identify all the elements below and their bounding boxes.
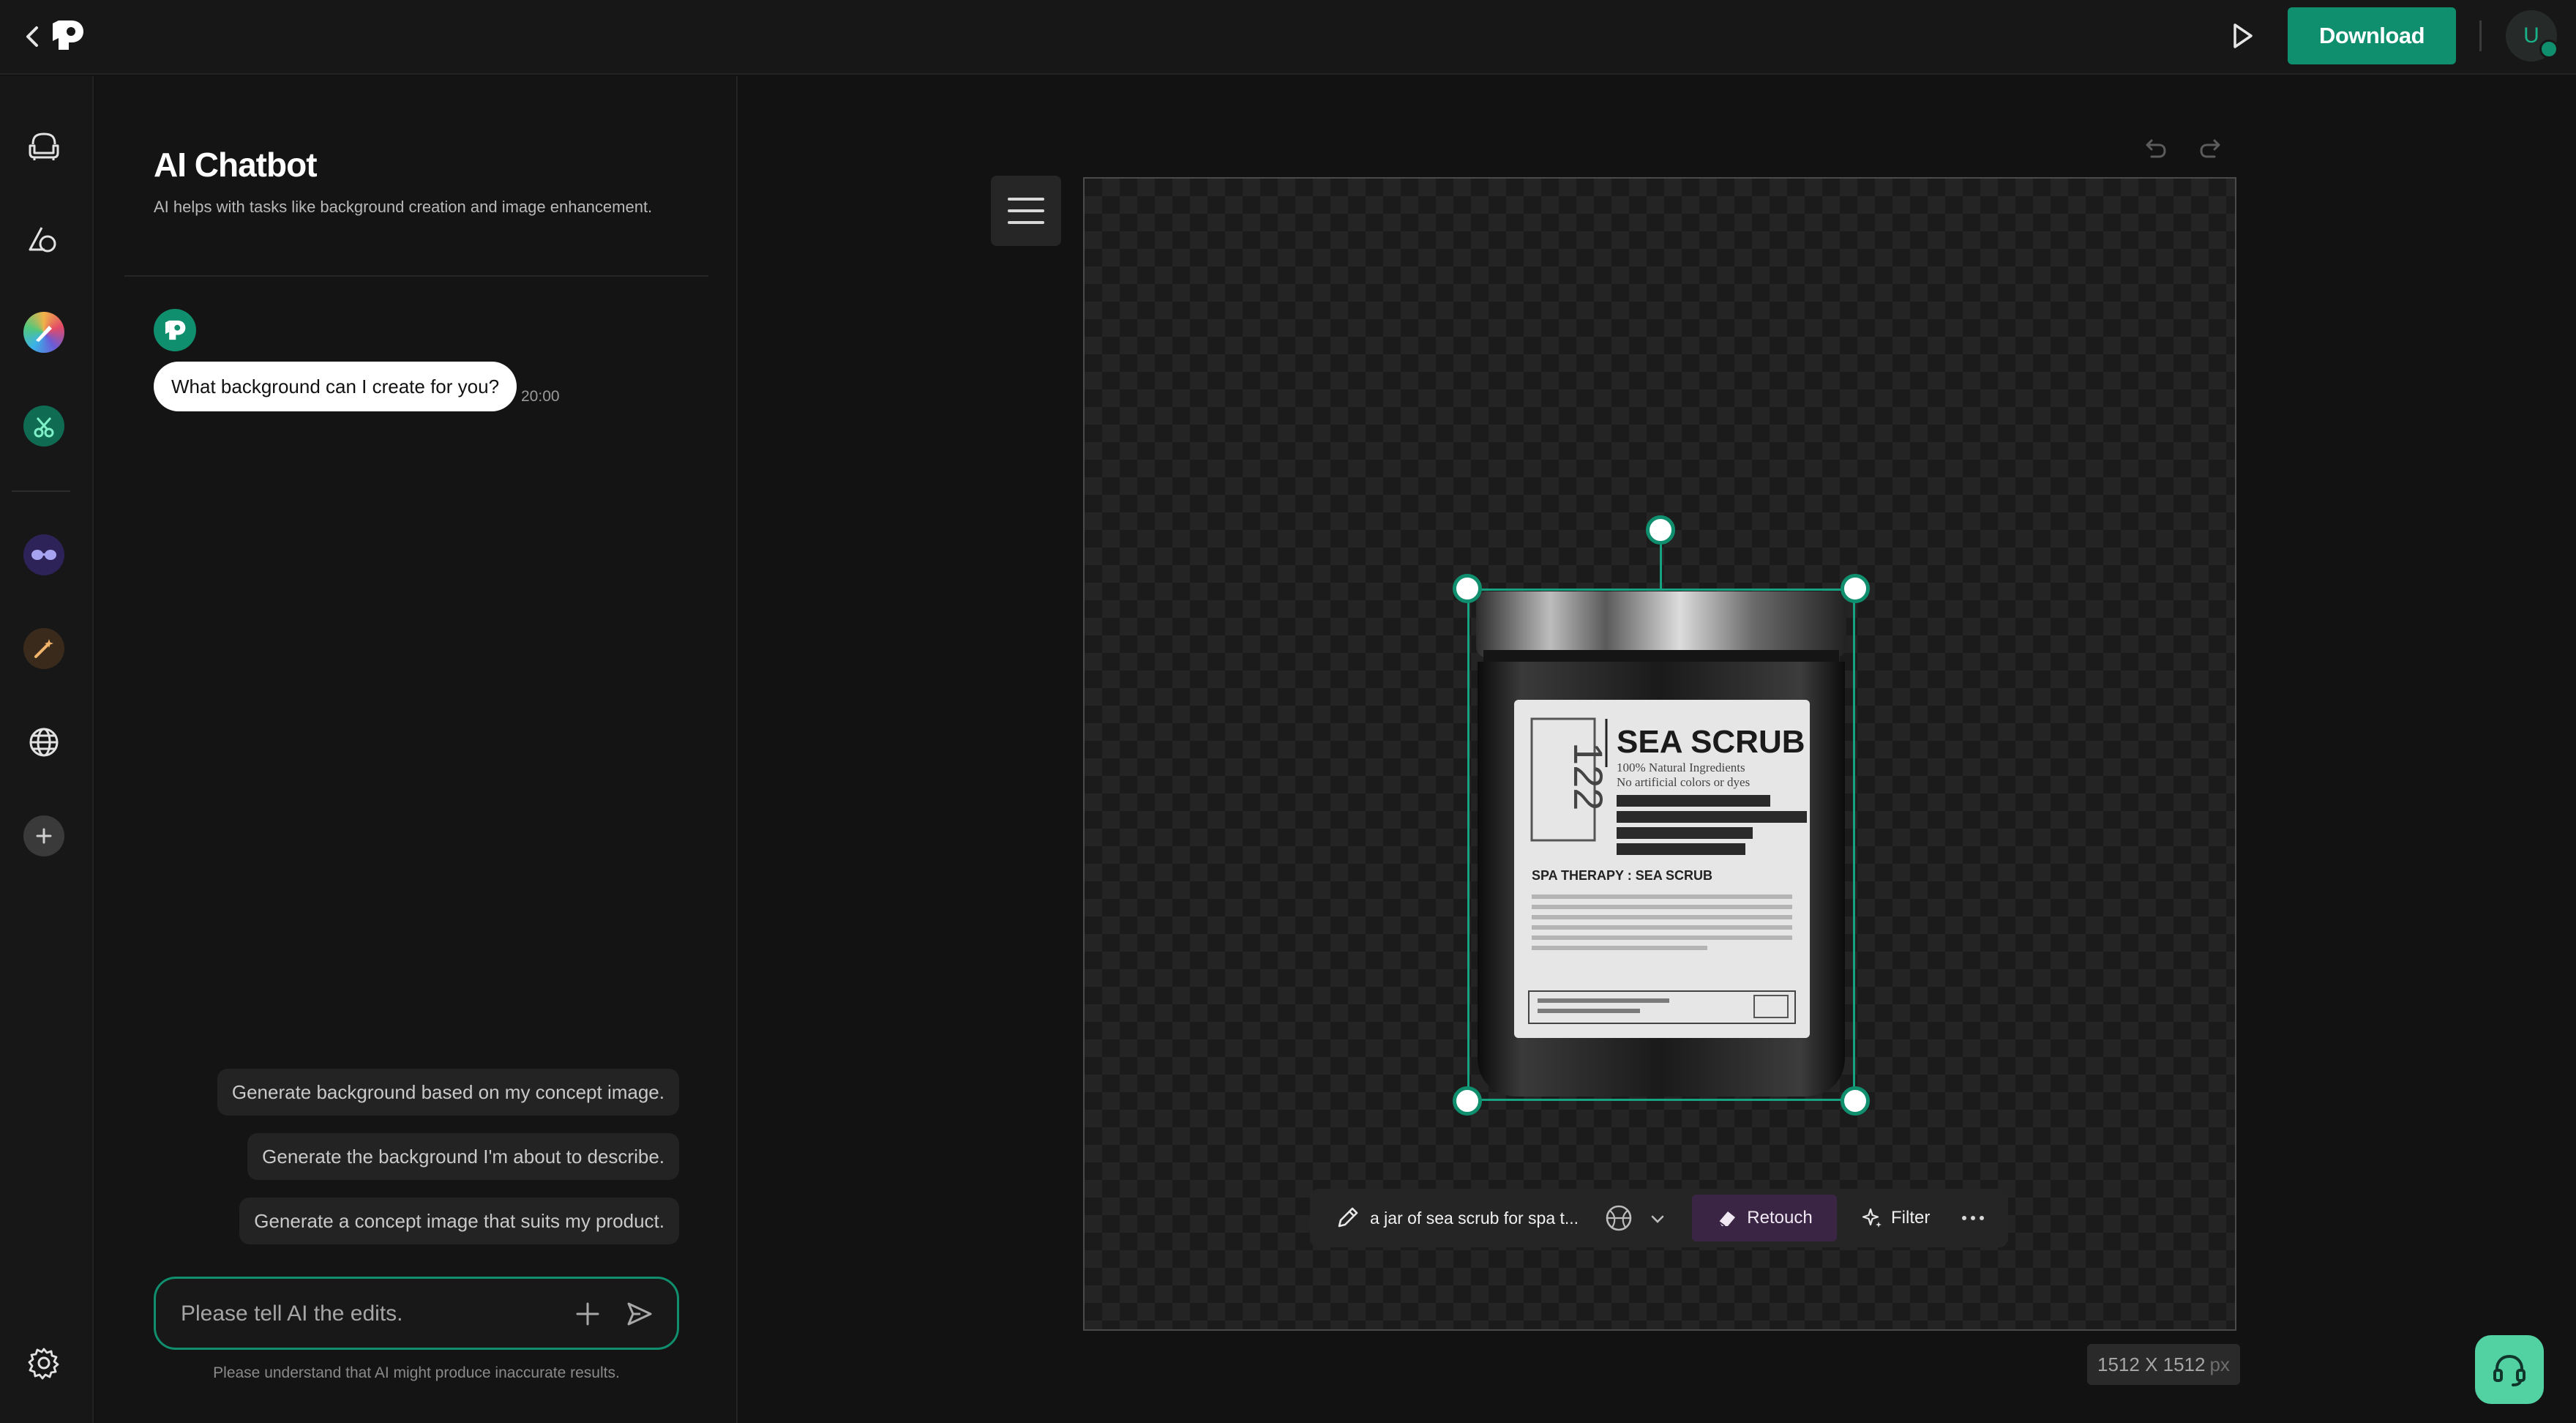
download-button[interactable]: Download xyxy=(2288,7,2456,64)
rail-item-add[interactable] xyxy=(23,815,64,856)
chair-icon xyxy=(29,132,59,160)
rail-divider xyxy=(12,490,70,492)
support-button[interactable] xyxy=(2475,1335,2544,1404)
palette-app-icon xyxy=(36,326,52,342)
resize-handle-top-left[interactable] xyxy=(1453,574,1482,603)
chat-divider xyxy=(124,275,708,277)
chat-subtitle: AI helps with tasks like background crea… xyxy=(154,198,653,216)
app-logo-icon xyxy=(53,20,83,50)
object-toolbar: a jar of sea scrub for spa t... Retouch … xyxy=(1310,1189,2008,1247)
settings-button[interactable] xyxy=(23,1342,64,1383)
rotate-handle-line xyxy=(1660,537,1662,589)
chat-title: AI Chatbot xyxy=(154,146,318,184)
bot-avatar xyxy=(154,309,196,351)
scissors-app-icon xyxy=(34,417,54,438)
attach-plus-icon[interactable] xyxy=(573,1299,602,1329)
editor-canvas[interactable]: 122 SEA SCRUB 100% Natural Ingredients N… xyxy=(1083,177,2236,1331)
rail-item-cutout[interactable] xyxy=(23,406,64,447)
resize-handle-bottom-right[interactable] xyxy=(1841,1086,1870,1116)
rail-item-shapes[interactable] xyxy=(23,220,64,261)
sparkle-icon xyxy=(1862,1208,1882,1228)
edit-prompt-button[interactable]: a jar of sea scrub for spa t... xyxy=(1335,1189,1579,1247)
menu-bar xyxy=(1008,209,1044,212)
retouch-button[interactable]: Retouch xyxy=(1692,1195,1837,1241)
rail-item-globe[interactable] xyxy=(23,722,64,763)
filter-label: Filter xyxy=(1891,1208,1931,1228)
redo-icon[interactable] xyxy=(2197,135,2225,163)
headset-icon xyxy=(2493,1354,2526,1386)
message-timestamp: 20:00 xyxy=(521,388,560,405)
avatar-status-badge xyxy=(2539,40,2558,59)
header-divider xyxy=(2479,20,2482,51)
chat-input-box xyxy=(154,1277,679,1350)
suggestion-chip[interactable]: Generate background based on my concept … xyxy=(217,1069,679,1116)
menu-bar xyxy=(1008,198,1044,201)
bot-logo-icon xyxy=(165,320,186,340)
top-bar: Download U xyxy=(0,0,2576,75)
rotate-handle[interactable] xyxy=(1646,515,1675,545)
chevron-down-icon[interactable] xyxy=(1650,1211,1666,1227)
back-chevron-icon[interactable] xyxy=(22,22,42,51)
menu-bar xyxy=(1008,221,1044,224)
ai-chat-panel: AI Chatbot AI helps with tasks like back… xyxy=(95,76,738,1423)
rail-item-palette[interactable] xyxy=(23,312,64,353)
canvas-dimensions-badge: 1512 X 1512 px xyxy=(2087,1344,2240,1385)
layers-menu-button[interactable] xyxy=(991,176,1061,246)
rail-item-magic[interactable] xyxy=(23,628,64,669)
user-avatar[interactable]: U xyxy=(2506,10,2558,61)
suggestion-chip[interactable]: Generate the background I'm about to des… xyxy=(247,1133,679,1180)
ai-disclaimer: Please understand that AI might produce … xyxy=(213,1364,620,1381)
retouch-label: Retouch xyxy=(1747,1208,1813,1228)
left-tool-rail xyxy=(0,76,94,1423)
style-ball-icon[interactable] xyxy=(1604,1203,1633,1233)
more-options-icon[interactable] xyxy=(1958,1203,1988,1233)
send-icon[interactable] xyxy=(624,1299,654,1329)
avatar-initial: U xyxy=(2523,23,2539,48)
shapes-icon xyxy=(29,227,56,253)
globe-icon xyxy=(29,728,59,757)
rail-item-chair[interactable] xyxy=(23,126,64,167)
rail-item-glasses[interactable] xyxy=(23,534,64,575)
glasses-app-icon xyxy=(31,550,56,560)
gear-icon xyxy=(28,1348,59,1380)
resize-handle-bottom-left[interactable] xyxy=(1453,1086,1482,1116)
pencil-icon xyxy=(1338,1207,1358,1228)
resize-handle-top-right[interactable] xyxy=(1841,574,1870,603)
undo-icon[interactable] xyxy=(2141,135,2169,163)
eraser-icon xyxy=(1718,1211,1736,1227)
dimensions-unit: px xyxy=(2209,1353,2230,1375)
dimensions-value: 1512 X 1512 xyxy=(2097,1353,2206,1375)
play-preview-icon[interactable] xyxy=(2225,19,2258,53)
magic-wand-app-icon xyxy=(34,639,53,658)
bot-message-bubble: What background can I create for you? xyxy=(154,362,517,411)
add-icon xyxy=(36,828,52,844)
suggestion-chip[interactable]: Generate a concept image that suits my p… xyxy=(239,1198,679,1244)
prompt-text: a jar of sea scrub for spa t... xyxy=(1370,1208,1579,1228)
filter-button[interactable]: Filter xyxy=(1860,1195,1941,1241)
selection-frame xyxy=(1467,589,1855,1101)
chat-input[interactable] xyxy=(181,1296,561,1332)
